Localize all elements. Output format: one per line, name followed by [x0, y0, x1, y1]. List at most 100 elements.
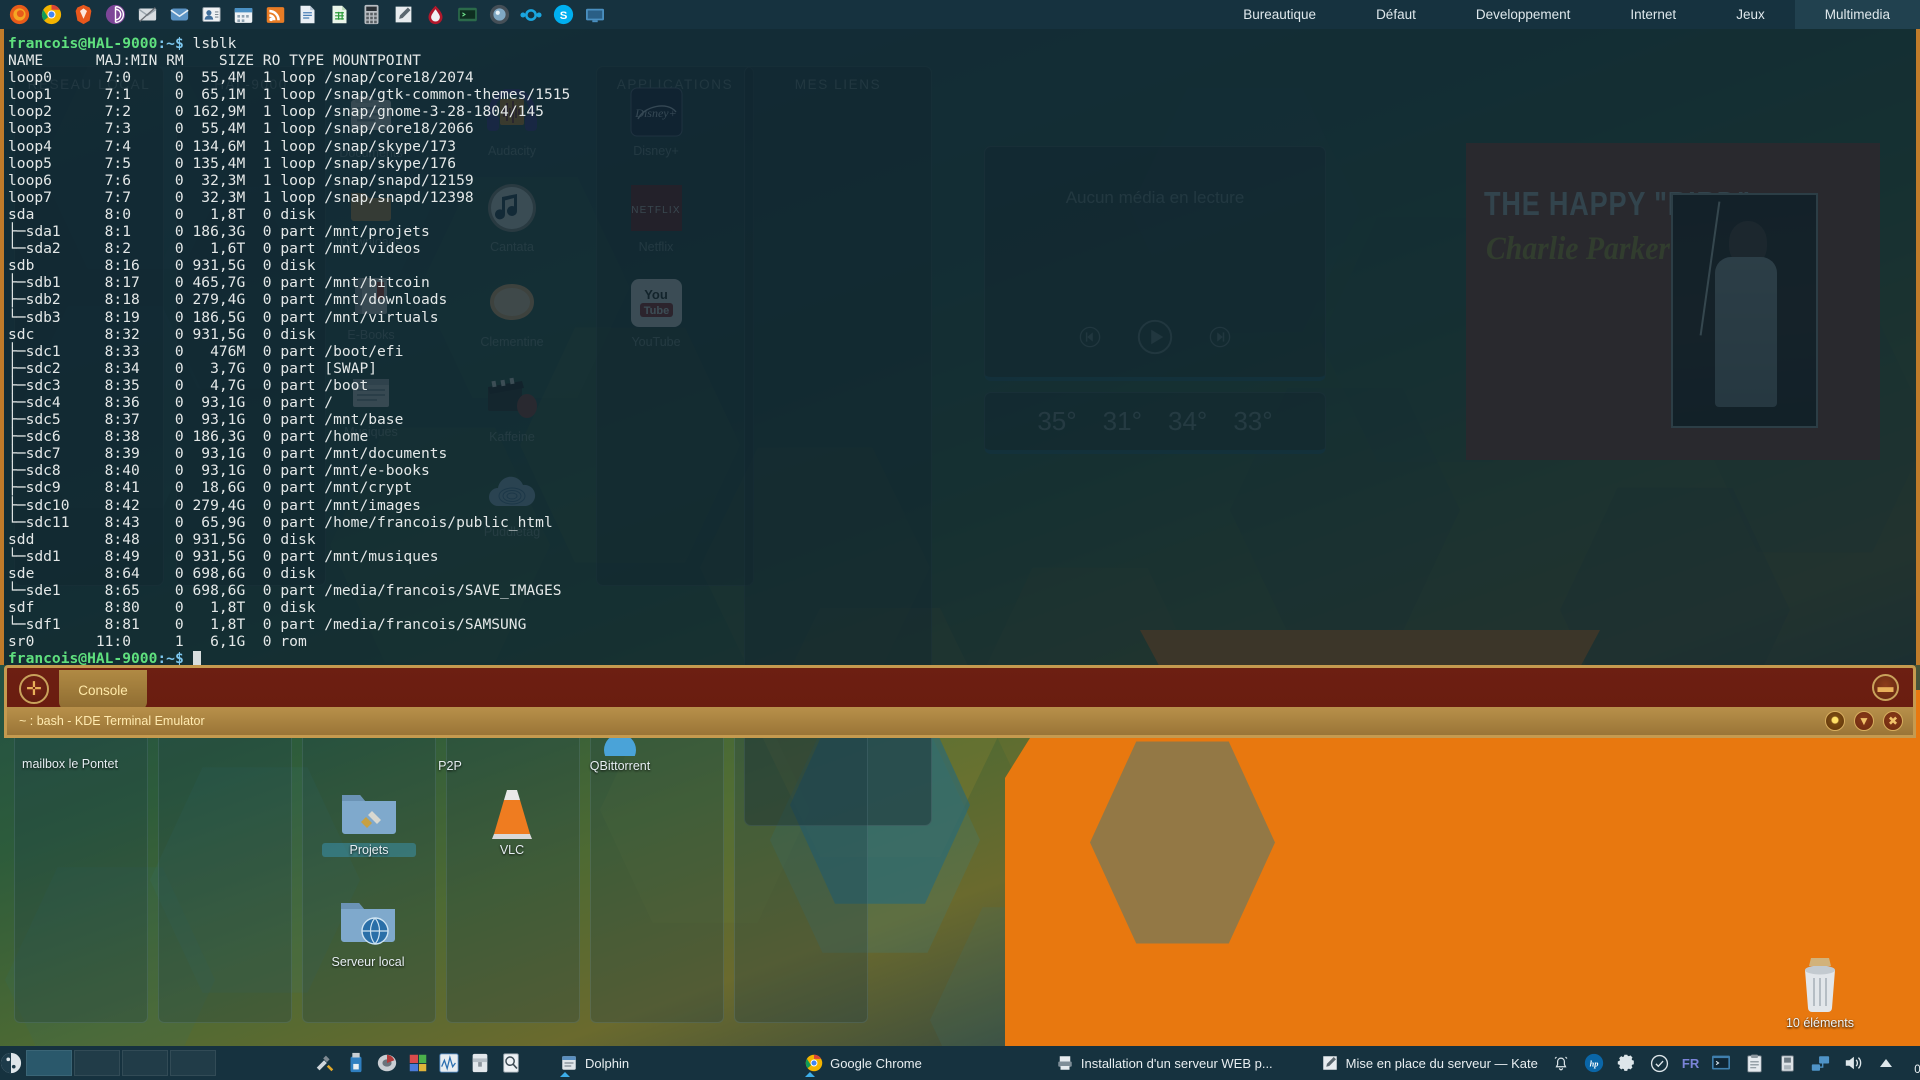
task-label: Installation d'un serveur WEB p... — [1080, 1055, 1273, 1071]
desktop-1[interactable] — [26, 1050, 72, 1076]
top-menu-internet[interactable]: Internet — [1600, 0, 1706, 29]
terminal-cursor — [192, 651, 201, 665]
clock-date: 01/07/2021 — [1914, 1064, 1920, 1076]
nextcloud-icon[interactable] — [516, 1, 546, 28]
network-icon[interactable] — [1809, 1052, 1831, 1074]
top-menu-defaut[interactable]: Défaut — [1346, 0, 1446, 29]
desktop-3[interactable] — [122, 1050, 168, 1076]
terminal-prompt-path: :~$ — [157, 35, 184, 52]
top-menu-bureautique[interactable]: Bureautique — [1213, 0, 1346, 29]
firefox-icon[interactable] — [4, 1, 34, 28]
terminal-prompt-path-2: :~$ — [157, 650, 184, 665]
volume-icon[interactable] — [1842, 1052, 1864, 1074]
mail-icon[interactable] — [164, 1, 194, 28]
terminal-chrome: ✛ Console ▬ ~ : bash - KDE Terminal Emul… — [0, 665, 1920, 743]
minus-circle-icon[interactable]: ▬ — [1872, 674, 1899, 701]
contacts-icon[interactable] — [196, 1, 226, 28]
focus-dot-icon[interactable] — [1825, 711, 1845, 731]
top-launcher-bar: S Bureautique Défaut Developpement Inter… — [0, 0, 1920, 29]
task-google-chrome[interactable]: Google Chrome — [793, 1048, 934, 1078]
desktop-icon-label: Projets — [322, 843, 416, 857]
calc-spreadsheet-icon[interactable] — [324, 1, 354, 28]
desktop-icon-trash[interactable]: 10 éléments — [1760, 952, 1880, 1030]
display-icon[interactable] — [580, 1, 610, 28]
desktop-icon-label: QBittorrent — [589, 759, 651, 773]
terminal-tab-console[interactable]: Console — [59, 670, 147, 710]
wine-icon[interactable] — [405, 1050, 431, 1076]
gear-icon[interactable] — [1616, 1052, 1638, 1074]
calendar-icon[interactable] — [228, 1, 258, 28]
desktop-screen: RESEAU LOCAL HAL-9000 Documents Download… — [0, 0, 1920, 1080]
folder-column-2 — [158, 703, 292, 1023]
desktop-icon-projets[interactable]: Projets — [322, 780, 416, 857]
quick-launch — [312, 1050, 524, 1076]
terminal-titlebar-buttons: ▼ ✖ — [1825, 711, 1913, 731]
terminal-tabbar: ✛ Console ▬ — [4, 665, 1916, 710]
terminal-window-title: ~ : bash - KDE Terminal Emulator — [19, 714, 205, 728]
top-menu-developpement[interactable]: Developpement — [1446, 0, 1601, 29]
calculator-icon[interactable] — [356, 1, 386, 28]
terminal-lines: loop0 7:0 0 55,4M 1 loop /snap/core18/20… — [8, 69, 571, 651]
image-viewer-icon[interactable] — [484, 1, 514, 28]
task-installation-serveur-web[interactable]: Installation d'un serveur WEB p... — [1044, 1048, 1285, 1078]
chrome-icon[interactable] — [36, 1, 66, 28]
check-circle-icon[interactable] — [1649, 1052, 1671, 1074]
keyboard-layout-fr[interactable]: FR — [1682, 1052, 1699, 1074]
taskbar: Dolphin Google Chrome Installation d'un … — [0, 1046, 1920, 1080]
krita-icon[interactable] — [420, 1, 450, 28]
desktop-icon-label: P2P — [438, 759, 462, 773]
task-label: Google Chrome — [830, 1055, 922, 1071]
feed-reader-icon[interactable] — [260, 1, 290, 28]
terminal-output[interactable]: francois@HAL-9000:~$ lsblk NAME MAJ:MIN … — [0, 29, 1920, 665]
virtual-desktop-pager[interactable] — [26, 1050, 216, 1076]
top-menu-jeux[interactable]: Jeux — [1706, 0, 1795, 29]
show-hidden-icon[interactable] — [1875, 1052, 1897, 1074]
desktop-2[interactable] — [74, 1050, 120, 1076]
svg-text:hp: hp — [1589, 1059, 1598, 1068]
top-menu-multimedia[interactable]: Multimedia — [1794, 0, 1920, 29]
task-kate[interactable]: Mise en place du serveur — Kate — [1309, 1048, 1550, 1078]
desktop-icon-vlc[interactable]: VLC — [456, 780, 568, 857]
clock[interactable]: 17:05 01/07/2021 — [1908, 1049, 1920, 1077]
svg-text:S: S — [559, 10, 567, 22]
skype-icon[interactable]: S — [548, 1, 578, 28]
task-dolphin[interactable]: Dolphin — [548, 1048, 641, 1078]
desktop-icon-label: mailbox le Pontet — [22, 757, 118, 771]
notifications-bell-icon[interactable] — [1550, 1052, 1572, 1074]
top-launcher-icons: S — [0, 1, 610, 28]
clipboard-icon[interactable] — [1743, 1052, 1765, 1074]
removable-media-icon[interactable] — [1776, 1052, 1798, 1074]
terminal-icon[interactable] — [1710, 1052, 1732, 1074]
tor-browser-icon[interactable] — [100, 1, 130, 28]
plus-circle-icon[interactable]: ✛ — [19, 674, 49, 704]
usb-creator-icon[interactable] — [343, 1050, 369, 1076]
terminal-prompt-user: francois@HAL-9000 — [8, 35, 158, 52]
file-search-icon[interactable] — [498, 1050, 524, 1076]
hp-printer-icon[interactable]: hp — [1583, 1052, 1605, 1074]
terminal-titlebar: ~ : bash - KDE Terminal Emulator ▼ ✖ — [4, 707, 1916, 738]
kate-icon — [1322, 1056, 1337, 1070]
archive-manager-icon[interactable] — [467, 1050, 493, 1076]
writer-document-icon[interactable] — [292, 1, 322, 28]
kde-partition-icon[interactable] — [374, 1050, 400, 1076]
terminal-prompt-user-2: francois@HAL-9000 — [8, 650, 158, 665]
system-tray: hp FR 17:05 01/07/2021 — [1550, 1049, 1920, 1077]
thunderbird-crossed-icon[interactable] — [132, 1, 162, 28]
folder-column-6 — [734, 703, 868, 1023]
brave-icon[interactable] — [68, 1, 98, 28]
vlc-cone-icon — [492, 790, 532, 839]
system-settings-icon[interactable] — [312, 1050, 338, 1076]
task-label: Mise en place du serveur — Kate — [1345, 1055, 1538, 1071]
desktop-icon-serveur-local[interactable]: Serveur local — [312, 890, 424, 969]
trash-bin-icon — [1805, 958, 1835, 1012]
kde-kickoff-icon[interactable] — [0, 1046, 22, 1080]
desktop-icon-label: VLC — [499, 843, 525, 857]
trash-label: 10 éléments — [1785, 1016, 1855, 1030]
close-x-icon[interactable]: ✖ — [1883, 711, 1903, 731]
desktop-4[interactable] — [170, 1050, 216, 1076]
terminal-icon[interactable] — [452, 1, 482, 28]
desktop-icon-mailbox[interactable]: mailbox le Pontet — [14, 740, 126, 771]
chevron-down-icon[interactable]: ▼ — [1854, 711, 1874, 731]
system-monitor-icon[interactable] — [436, 1050, 462, 1076]
text-editor-icon[interactable] — [388, 1, 418, 28]
